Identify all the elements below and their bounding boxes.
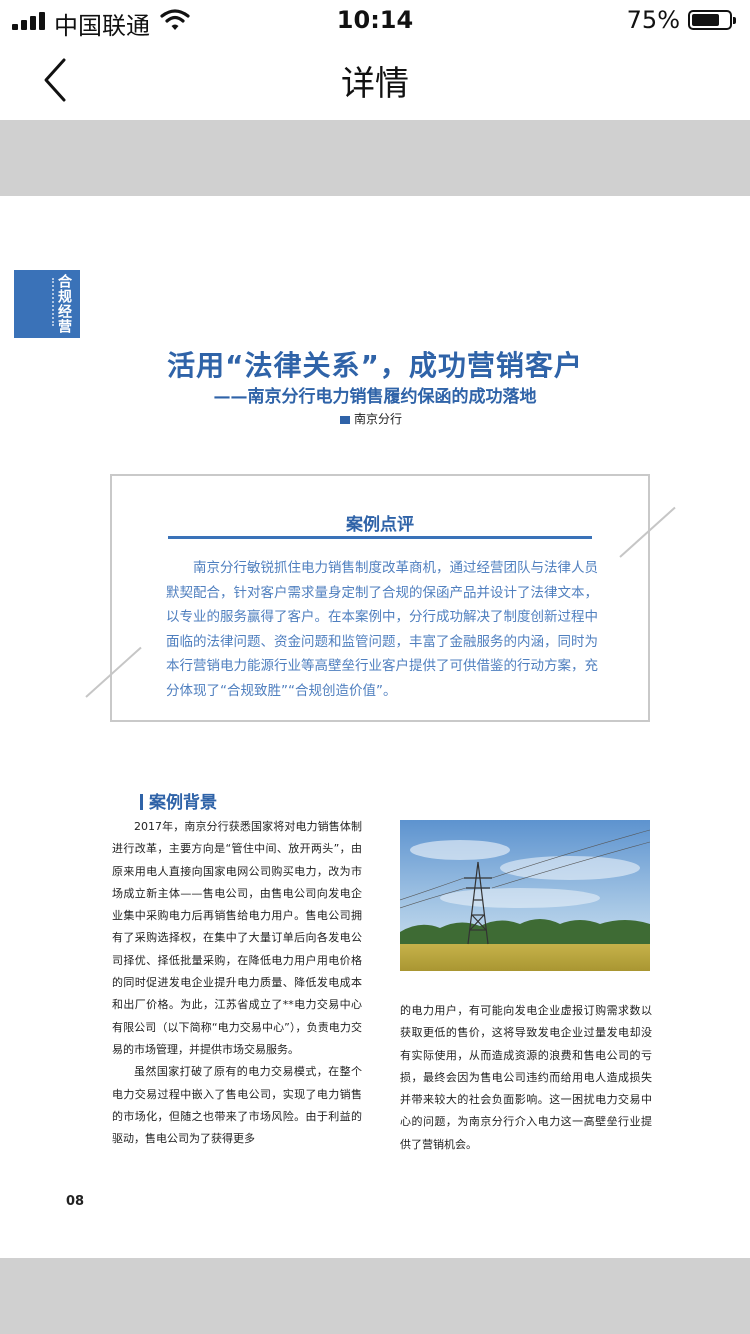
page-title: 详情 xyxy=(341,64,409,104)
section-heading-text: 案例背景 xyxy=(149,793,217,813)
power-tower-photo xyxy=(400,820,650,971)
article-title: 活用“法律关系”，成功营销客户 xyxy=(167,349,583,382)
paragraph: 虽然国家打破了原有的电力交易模式，在整个电力交易过程中嵌入了售电公司，实现了电力… xyxy=(112,1065,362,1146)
section-tab: 合规经营 xyxy=(14,270,80,338)
article-author: 南京分行 xyxy=(340,410,402,427)
paragraph: 2017年，南京分行获悉国家将对电力销售体制进行改革，主要方向是“管住中间、放开… xyxy=(112,820,362,1056)
body-column-left: 2017年，南京分行获悉国家将对电力销售体制进行改革，主要方向是“管住中间、放开… xyxy=(112,816,362,1150)
review-text: 南京分行敏锐抓住电力销售制度改革商机，通过经营团队与法律人员默契配合，针对客户需… xyxy=(166,560,598,699)
article-subtitle: ——南京分行电力销售履约保函的成功落地 xyxy=(213,387,537,407)
article-page: 合规经营 活用“法律关系”，成功营销客户 ——南京分行电力销售履约保函的成功落地… xyxy=(0,196,750,1258)
author-name: 南京分行 xyxy=(354,412,403,426)
nav-bar: 详情 xyxy=(0,40,750,120)
status-bar: 中国联通 10:14 75% xyxy=(0,0,750,40)
section-heading: 案例背景 xyxy=(140,788,217,813)
section-tab-label: 合规经营 xyxy=(56,274,72,334)
gray-band-top xyxy=(0,120,750,196)
review-divider xyxy=(168,536,592,539)
gray-band-bottom xyxy=(0,1258,750,1334)
battery-icon xyxy=(688,10,736,30)
review-box: 案例点评 南京分行敏锐抓住电力销售制度改革商机，通过经营团队与法律人员默契配合，… xyxy=(110,474,650,722)
paragraph: 的电力用户，有可能向发电企业虚报订购需求数以获取更低的售价，这将导致发电企业过量… xyxy=(400,1004,652,1151)
review-heading: 案例点评 xyxy=(346,515,414,535)
author-mark-icon xyxy=(340,415,350,424)
body-column-right: 的电力用户，有可能向发电企业虚报订购需求数以获取更低的售价，这将导致发电企业过量… xyxy=(400,1000,652,1156)
battery-percent: 75% xyxy=(626,6,680,34)
page-number: 08 xyxy=(66,1194,85,1209)
